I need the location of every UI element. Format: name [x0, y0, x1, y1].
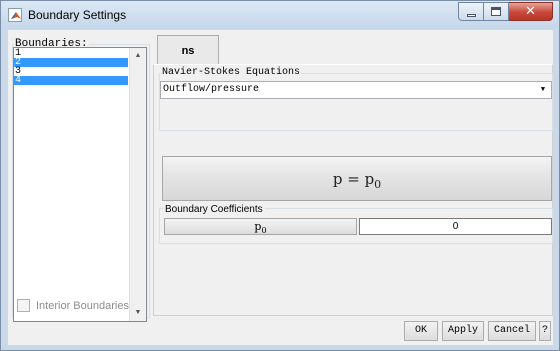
interior-boundaries-checkbox[interactable] [17, 299, 30, 312]
boundaries-listbox[interactable]: 1 2 3 4 ▲ ▼ [13, 47, 147, 322]
list-item-2[interactable]: 2 [14, 58, 128, 68]
maximize-button[interactable] [484, 2, 509, 21]
boundaries-group: Boundaries: 1 2 3 4 ▲ ▼ Interior Boundar… [12, 38, 150, 343]
close-icon: ✕ [525, 4, 536, 19]
coefficient-subscript: 0 [261, 226, 267, 236]
list-scrollbar[interactable]: ▲ ▼ [129, 48, 146, 321]
coefficients-group-label: Boundary Coefficients [163, 204, 265, 215]
ns-group-label: Navier-Stokes Equations [161, 67, 302, 78]
tab-ns[interactable]: ns [157, 35, 219, 65]
matlab-app-icon [8, 8, 22, 22]
boundary-condition-select[interactable]: Outflow/pressure ▼ [160, 81, 552, 99]
minimize-icon [467, 14, 476, 17]
scroll-down-icon[interactable]: ▼ [130, 305, 146, 321]
cancel-button[interactable]: Cancel [488, 321, 536, 341]
equation-lhs: p [332, 170, 343, 188]
apply-button[interactable]: Apply [442, 321, 484, 341]
p0-coefficient-button[interactable]: p0 [164, 218, 357, 235]
list-item-4[interactable]: 4 [14, 76, 128, 86]
close-button[interactable]: ✕ [509, 2, 553, 21]
dialog-client-area: Boundaries: 1 2 3 4 ▲ ▼ Interior Boundar… [8, 30, 553, 345]
equation-display: p = p0 [162, 156, 552, 201]
equation-rhs-subscript: 0 [374, 178, 382, 191]
interior-boundaries-option[interactable]: Interior Boundaries [17, 299, 129, 312]
scroll-up-icon[interactable]: ▲ [130, 48, 146, 64]
equation-equals: = [347, 170, 360, 188]
help-button[interactable]: ? [539, 321, 551, 341]
window-title: Boundary Settings [28, 8, 127, 22]
interior-boundaries-label: Interior Boundaries [36, 299, 129, 312]
boundary-condition-value: Outflow/pressure [163, 84, 260, 95]
p0-value-field[interactable]: 0 [359, 218, 552, 235]
boundary-settings-window: Boundary Settings ✕ Boundaries: 1 2 3 4 [0, 0, 560, 351]
equation-rhs: p [364, 170, 375, 188]
ok-button[interactable]: OK [404, 321, 438, 341]
maximize-icon [491, 7, 501, 16]
ns-tab-panel: Navier-Stokes Equations Outflow/pressure… [153, 64, 553, 316]
chevron-down-icon[interactable]: ▼ [536, 83, 550, 97]
minimize-button[interactable] [458, 2, 484, 21]
title-bar[interactable]: Boundary Settings ✕ [1, 1, 559, 29]
list-item-3[interactable]: 3 [14, 67, 128, 77]
list-item-1[interactable]: 1 [14, 49, 128, 59]
